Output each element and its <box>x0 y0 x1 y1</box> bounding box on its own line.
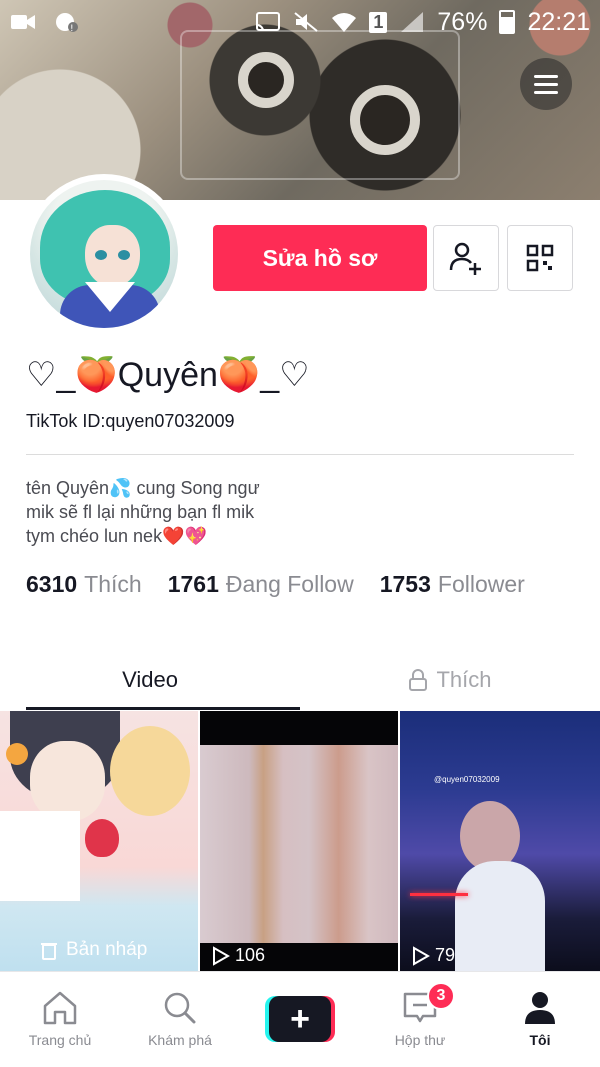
bio: tên Quyên💦 cung Song ngư mik sẽ fl lại n… <box>26 476 260 548</box>
lock-icon <box>409 669 428 691</box>
nav-discover[interactable]: Khám phá <box>120 972 240 1067</box>
video-watermark: @quyen07032009 <box>434 775 500 784</box>
create-video-button[interactable]: + <box>265 996 335 1042</box>
nav-discover-label: Khám phá <box>148 1032 212 1048</box>
video-grid: Bản nháp 106 @quyen07032009 79 <box>0 711 600 971</box>
divider <box>26 454 574 455</box>
nav-me[interactable]: Tôi <box>480 972 600 1067</box>
data-saver-icon: ! <box>56 13 78 33</box>
record-icon <box>6 743 28 765</box>
stat-label: Thích <box>84 571 142 597</box>
view-count-text: 106 <box>235 945 266 965</box>
svg-text:!: ! <box>70 24 74 33</box>
trash-icon <box>41 943 57 960</box>
status-bar: ! 1 76% 22:21 <box>0 0 600 44</box>
cast-icon <box>256 12 281 32</box>
add-user-icon <box>449 242 481 275</box>
battery-percent: 76% <box>437 7 488 36</box>
stat-value: 1761 <box>167 571 219 597</box>
mute-icon <box>294 12 319 32</box>
view-count: 106 <box>212 945 265 966</box>
display-name: ♡_🍑Quyên🍑_♡ <box>26 356 310 394</box>
view-count: 79 <box>412 945 455 966</box>
stat-followers[interactable]: 1753 Follower <box>380 571 525 598</box>
stats-row: 6310 Thích 1761 Đang Follow 1753 Follower <box>26 571 525 598</box>
tab-video[interactable]: Video <box>0 650 300 710</box>
draft-text: Bản nháp <box>66 939 148 960</box>
search-icon <box>164 992 196 1024</box>
tiktok-id: TikTok ID:quyen07032009 <box>26 411 235 431</box>
bio-line: tym chéo lun nek❤️💖 <box>26 526 207 546</box>
add-friend-button[interactable] <box>433 225 499 291</box>
clock: 22:21 <box>527 7 590 36</box>
cassette-reel-left <box>238 52 294 108</box>
sim-indicator: 1 <box>369 11 388 33</box>
wifi-icon <box>332 13 357 32</box>
bio-line: mik sẽ fl lại những bạn fl mik <box>26 502 255 522</box>
qr-code-icon <box>526 244 554 272</box>
stat-label: Đang Follow <box>225 571 354 597</box>
avatar[interactable] <box>24 174 184 334</box>
view-count-text: 79 <box>435 945 456 965</box>
video-thumbnail-draft[interactable]: Bản nháp <box>0 711 198 971</box>
stat-following[interactable]: 1761 Đang Follow <box>168 571 354 598</box>
video-thumbnail[interactable]: 106 <box>200 711 398 971</box>
nav-inbox-label: Hộp thư <box>394 1032 446 1048</box>
qr-code-button[interactable] <box>507 225 573 291</box>
plus-icon: + <box>269 996 331 1042</box>
nav-home[interactable]: Trang chủ <box>0 972 120 1067</box>
stat-value: 1753 <box>379 571 431 597</box>
edit-profile-button[interactable]: Sửa hồ sơ <box>213 225 427 291</box>
tab-indicator <box>26 707 300 710</box>
menu-button[interactable] <box>520 58 572 110</box>
cassette-reel-right <box>350 85 420 155</box>
profile-icon <box>525 992 555 1024</box>
audio-wave-graphic <box>410 893 468 896</box>
nav-home-label: Trang chủ <box>28 1032 92 1048</box>
stat-label: Follower <box>437 571 525 597</box>
home-icon <box>43 991 77 1025</box>
nav-me-label: Tôi <box>529 1032 551 1048</box>
signal-icon <box>401 12 424 32</box>
stat-likes[interactable]: 6310 Thích <box>26 571 142 598</box>
bottom-nav: Trang chủ Khám phá + Hộp thư 3 Tôi <box>0 971 600 1067</box>
nav-inbox[interactable]: Hộp thư 3 <box>360 972 480 1067</box>
play-icon <box>413 945 430 966</box>
video-camera-icon <box>11 15 35 29</box>
hamburger-icon <box>534 74 558 78</box>
tab-liked[interactable]: Thích <box>300 650 600 710</box>
notification-badge: 3 <box>427 982 455 1010</box>
profile-tabs: Video Thích <box>0 650 600 710</box>
video-thumbnail[interactable]: @quyen07032009 79 <box>400 711 600 971</box>
draft-label: Bản nháp <box>40 939 147 961</box>
bio-line: tên Quyên💦 cung Song ngư <box>26 478 260 498</box>
play-icon <box>213 945 230 966</box>
tab-liked-label: Thích <box>436 667 492 692</box>
cassette-tape-graphic <box>180 30 460 180</box>
stat-value: 6310 <box>26 571 78 597</box>
strawberry-graphic <box>85 819 119 857</box>
battery-icon <box>499 10 516 34</box>
